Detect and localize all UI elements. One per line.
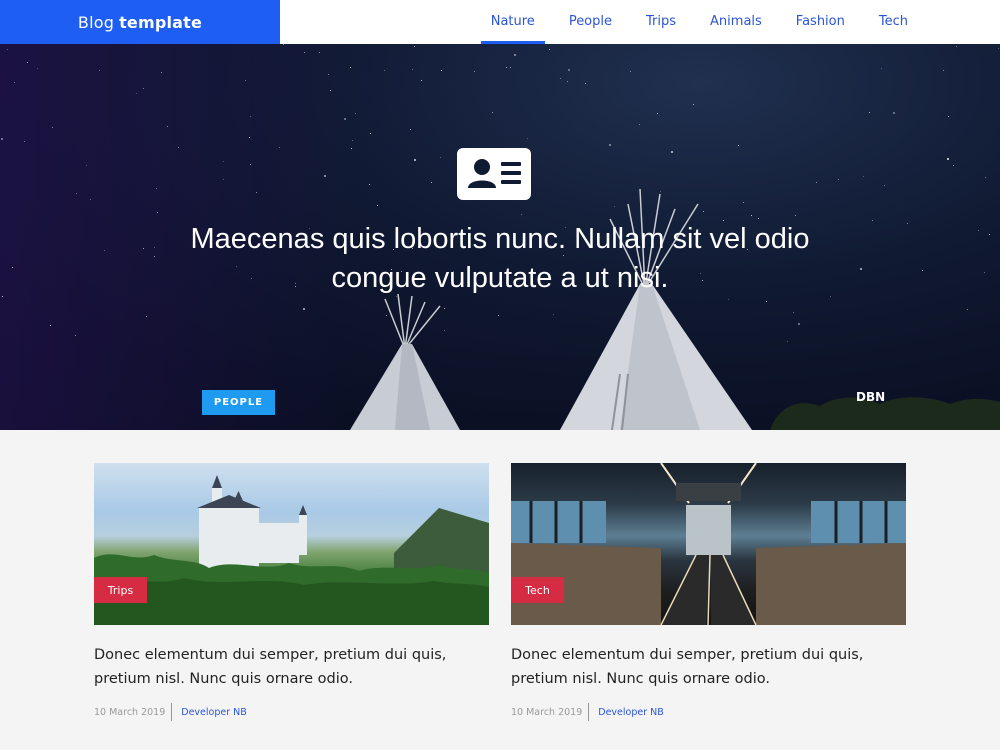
card-date: 10 March 2019 [511,706,583,718]
card-category-tag[interactable]: Trips [94,577,147,603]
nav-item-fashion[interactable]: Fashion [796,0,845,44]
post-card-trips[interactable]: Trips Donec elementum dui semper, pretiu… [94,463,489,721]
card-title[interactable]: Donec elementum dui semper, pretium dui … [94,643,489,691]
card-author-link[interactable]: Developer NB [181,707,247,718]
hero-banner[interactable]: Maecenas quis lobortis nunc. Nullam sit … [0,44,1000,430]
card-author-link[interactable]: Developer NB [598,707,664,718]
contact-card-icon [457,148,531,200]
escalator-station-image[interactable]: Tech [511,463,906,625]
card-date: 10 March 2019 [94,706,166,718]
nav-item-nature[interactable]: Nature [480,0,545,44]
meta-divider [171,703,173,721]
brand-bold: template [119,12,203,32]
post-card-tech[interactable]: Tech Donec elementum dui semper, pretium… [511,463,906,721]
card-category-tag[interactable]: Tech [511,577,564,603]
hero-category-tag[interactable]: PEOPLE [202,390,275,415]
brand-logo[interactable]: Blog template [0,0,280,44]
main-nav: Nature People Trips Animals Fashion Tech [480,0,908,44]
card-title[interactable]: Donec elementum dui semper, pretium dui … [511,643,906,691]
nav-item-trips[interactable]: Trips [646,0,676,44]
hero-credit: DBN [856,390,886,404]
site-header: Blog template Nature People Trips Animal… [0,0,1000,44]
nav-item-people[interactable]: People [569,0,612,44]
hero-title[interactable]: Maecenas quis lobortis nunc. Nullam sit … [150,220,850,298]
card-meta: 10 March 2019 Developer NB [511,703,906,721]
brand-prefix: Blog [77,12,115,32]
nav-item-animals[interactable]: Animals [710,0,762,44]
card-meta: 10 March 2019 Developer NB [94,703,489,721]
meta-divider [588,703,590,721]
nav-item-tech[interactable]: Tech [879,0,908,44]
castle-image[interactable]: Trips [94,463,489,625]
